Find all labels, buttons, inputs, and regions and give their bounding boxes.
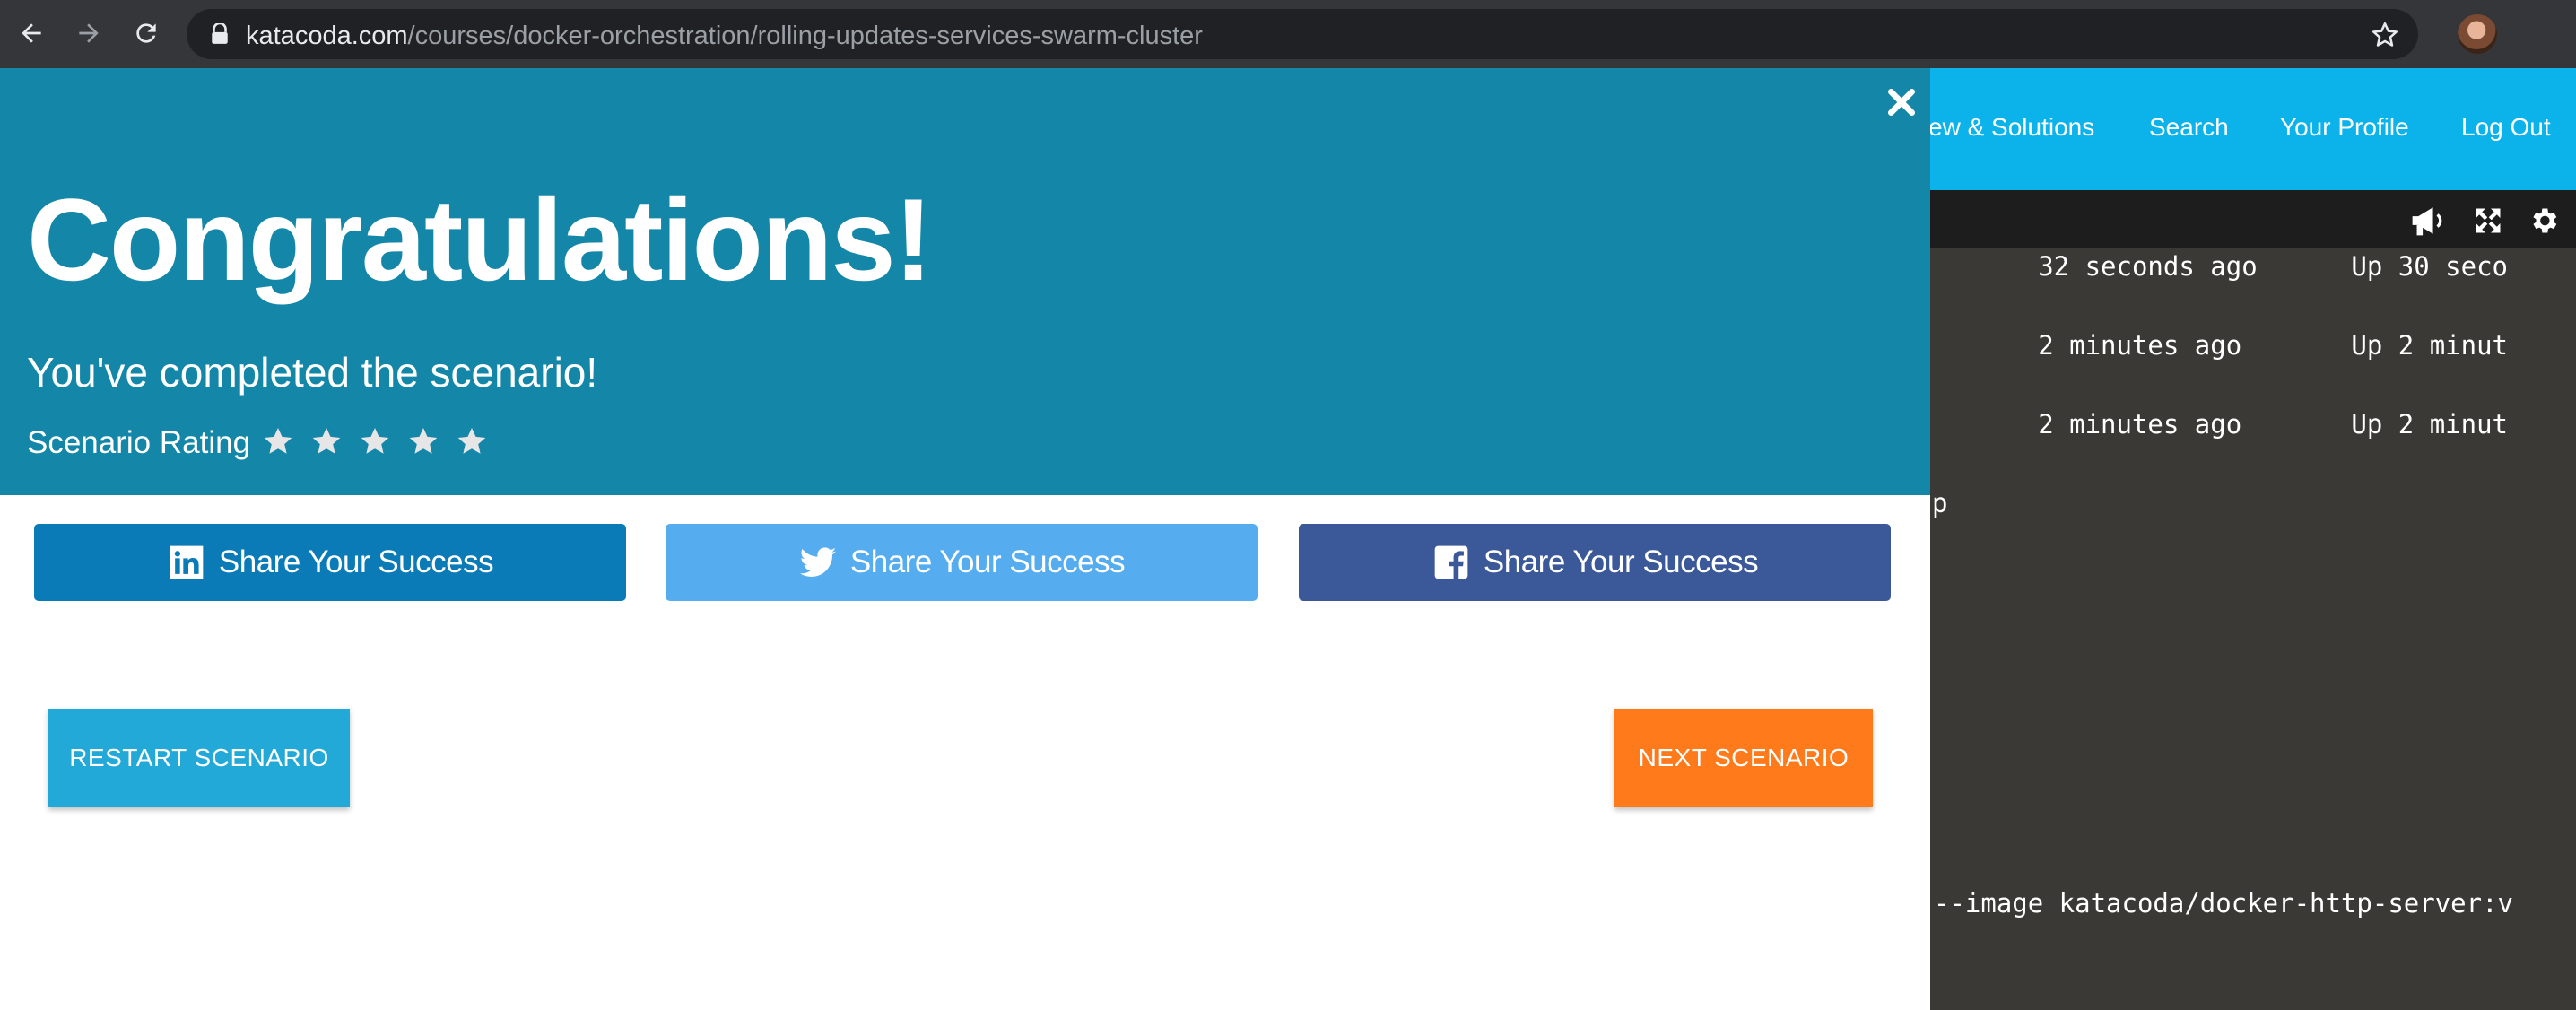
nav-link-your-profile[interactable]: Your Profile (2280, 113, 2409, 142)
rating-star-icon[interactable] (407, 425, 439, 457)
rating-star-icon[interactable] (310, 425, 343, 457)
terminal-output[interactable]: 32 seconds ago Up 30 seco 2 minutes ago … (1928, 248, 2576, 1010)
url-host: katacoda.com (246, 22, 408, 50)
fullscreen-icon[interactable] (2470, 205, 2506, 237)
url-text: katacoda.com/courses/docker-orchestratio… (246, 22, 1203, 51)
terminal-toolbar (1928, 190, 2576, 248)
url-path: /courses/docker-orchestration/rolling-up… (407, 22, 1203, 50)
close-icon[interactable] (1884, 84, 1919, 120)
profile-avatar[interactable] (2458, 14, 2497, 54)
modal-title: Congratulations! (27, 174, 933, 305)
facebook-icon (1434, 545, 1468, 579)
terminal-line: 2 minutes ago Up 2 minut (1928, 330, 2509, 361)
share-facebook-button[interactable]: Share Your Success (1299, 524, 1891, 601)
share-twitter-button[interactable]: Share Your Success (666, 524, 1258, 601)
share-linkedin-label: Share Your Success (218, 544, 494, 579)
nav-link-search[interactable]: Search (2149, 113, 2229, 142)
modal-header: Congratulations! You've completed the sc… (0, 68, 1930, 495)
rating-stars (262, 425, 488, 457)
share-twitter-label: Share Your Success (849, 544, 1126, 579)
terminal-line: p (1932, 488, 1948, 518)
back-icon[interactable] (13, 14, 50, 52)
completion-modal: Congratulations! You've completed the sc… (0, 68, 1930, 1010)
reload-icon[interactable] (127, 14, 165, 52)
settings-icon[interactable] (2526, 205, 2562, 237)
share-linkedin-button[interactable]: Share Your Success (34, 524, 626, 601)
share-facebook-label: Share Your Success (1483, 544, 1759, 579)
terminal-line: --image katacoda/docker-http-server:v (1934, 888, 2514, 919)
nav-link-review-solutions[interactable]: ew & Solutions (1928, 113, 2094, 142)
site-top-nav: ew & Solutions Search Your Profile Log O… (1928, 68, 2576, 190)
address-bar[interactable]: katacoda.com/courses/docker-orchestratio… (187, 9, 2418, 59)
linkedin-icon (170, 545, 204, 579)
lock-icon (212, 23, 228, 44)
bookmark-star-icon[interactable] (2370, 20, 2400, 50)
restart-scenario-button[interactable]: RESTART SCENARIO (48, 709, 350, 807)
forward-icon[interactable] (70, 14, 108, 52)
rating-star-icon[interactable] (456, 425, 488, 457)
rating-star-icon[interactable] (359, 425, 391, 457)
terminal-line: 2 minutes ago Up 2 minut (1928, 409, 2509, 440)
terminal-line: 32 seconds ago Up 30 seco (1928, 251, 2509, 282)
modal-subtitle: You've completed the scenario! (27, 349, 598, 396)
twitter-icon (799, 547, 837, 577)
rating-star-icon[interactable] (262, 425, 294, 457)
megaphone-icon[interactable] (2409, 205, 2445, 237)
next-scenario-button[interactable]: NEXT SCENARIO (1614, 709, 1873, 807)
rating-label: Scenario Rating (27, 425, 251, 460)
browser-toolbar: katacoda.com/courses/docker-orchestratio… (0, 0, 2576, 68)
nav-link-log-out[interactable]: Log Out (2461, 113, 2551, 142)
